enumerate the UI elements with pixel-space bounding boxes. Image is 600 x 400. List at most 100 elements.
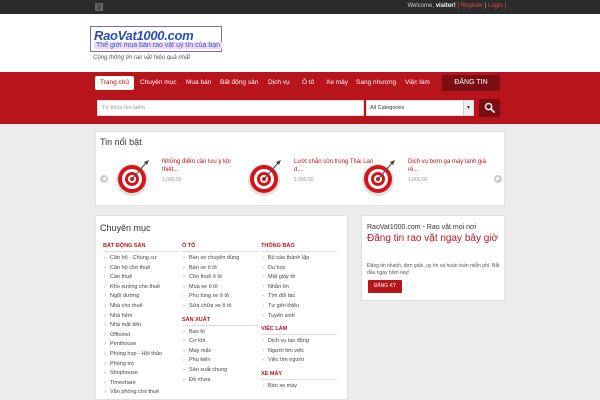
nav-item-motorbikes[interactable]: Xe máy [326,76,348,90]
promo-description: Đăng tin nhanh, đơn giản, uy tín và hoàn… [367,263,500,276]
separator: | [484,3,487,9]
nav-item-categories[interactable]: Chuyên mục [140,76,177,90]
category-link[interactable]: Bố cáo thành lập [261,254,337,264]
featured-item-price: 1,000.00 [294,177,314,183]
category-link[interactable]: Nhà hẻm [103,312,179,322]
promo-panel: RaoVat1000.com - Rao vặt mọi nơi Đăng ti… [361,215,505,301]
category-link[interactable]: Căn hộ - Chung cư [103,254,179,264]
target-icon [362,160,395,196]
category-link[interactable]: Penthouse [103,340,179,350]
category-link[interactable]: Bán xe ô tô [182,264,258,274]
nav-item-transfer[interactable]: Sang nhượng [356,76,396,90]
chevron-left-icon[interactable]: ◀ [100,175,108,183]
featured-item-price: 1,000.00 [162,177,182,183]
category-link[interactable]: Phụ kiện [182,356,258,366]
category-link[interactable]: Đồ nhựa [182,376,258,386]
nav-item-buy-sell[interactable]: Mua bán [186,76,211,90]
category-link[interactable]: Phụ tùng xe ô tô [182,292,258,302]
category-heading-jobs[interactable]: VIỆC LÀM [261,326,337,336]
category-link[interactable]: Kho xưởng cho thuê [103,283,179,293]
featured-item[interactable]: Lướt chắn còn trùng Thái Lan d... 1,000.… [242,158,373,198]
username: visitor! [435,3,456,9]
category-heading-motorbikes[interactable]: XE MÁY [261,371,337,380]
category-link[interactable]: Nhà cho thuê [103,302,179,312]
nav-item-real-estate[interactable]: Bất động sản [220,76,258,90]
logo-subtitle: Thế giới mua bán rao vặt uy tín của bạn [94,42,223,49]
category-link[interactable]: Officetel [103,331,179,341]
register-link[interactable]: [ Register [457,3,483,9]
search-button[interactable] [479,99,500,117]
category-link[interactable]: Việc tìm người [261,356,337,366]
category-link[interactable]: Nhắn tìn [261,283,337,293]
logo-title: RaoVat1000.com [94,28,194,43]
featured-panel: Tin nổi bật ◀ ▶ Những điểm cần lưu ý khi… [95,131,505,206]
category-link[interactable]: Mua xe ô tô [182,283,258,293]
categories-title: Chuyên mục [100,223,151,233]
welcome-prefix: Welcome, [407,3,435,9]
category-link[interactable]: May mặc [182,347,258,357]
category-column-notices: THÔNG BÁO Bố cáo thành lập Du học Mất gi… [261,243,337,392]
site-header: RaoVat1000.com Thế giới mua bán rao vặt … [0,14,600,72]
search-input[interactable]: Từ khóa tìm kiếm [97,100,364,116]
category-link[interactable]: Phòng trọ [103,360,179,370]
featured-item-title[interactable]: Dịch vụ bơm ga máy lạnh giá rẻ... [408,158,490,174]
category-link[interactable]: Phòng họp - Hội thảo [103,350,179,360]
welcome-text: Welcome, visitor! [ Register | Login ] [407,3,506,9]
category-heading-cars[interactable]: Ô TÔ [182,243,258,252]
featured-item-title[interactable]: Những điểm cần lưu ý khi thiết... [162,158,244,174]
category-heading-notices[interactable]: THÔNG BÁO [261,243,337,252]
category-link[interactable]: Tư giới thiệu [261,302,337,312]
category-link[interactable]: Văn phòng cho thuê [103,388,179,398]
login-link[interactable]: Login ] [488,3,506,9]
category-link[interactable]: Cho thuê ô tô [182,273,258,283]
register-button[interactable]: ĐĂNG KÝ [368,280,402,293]
main-nav: Trang chủ Chuyên mục Mua bán Bất động sả… [0,72,600,94]
category-link[interactable]: Tuyển sinh [261,312,337,322]
category-link[interactable]: Timeshare [103,379,179,389]
site-slogan: Cộng thông tin rao vặt hiệu quả nhất [93,55,191,61]
category-heading-real-estate[interactable]: BẤT ĐỘNG SẢN [103,243,179,252]
nav-item-services[interactable]: Dịch vụ [268,76,290,90]
category-link[interactable]: Ngôi dường [103,292,179,302]
category-link[interactable]: Nhà mặt tiền [103,321,179,331]
category-link[interactable]: Căn hộ cho thuê [103,264,179,274]
category-column-real-estate: BẤT ĐỘNG SẢN Căn hộ - Chung cư Căn hộ ch… [103,243,179,398]
search-bar: Từ khóa tìm kiếm All Categories ▼ [0,94,600,124]
category-link[interactable]: Người tìm việc [261,347,337,357]
search-icon [484,102,495,113]
category-link[interactable]: Dịch vụ lao động [261,337,337,347]
nav-item-cars[interactable]: Ô tô [302,76,314,90]
featured-item-price: 1,000.00 [408,177,428,183]
category-column-cars: Ô TÔ Bán xe chuyên dùng Bán xe ô tô Cho … [182,243,258,385]
category-select[interactable]: All Categories ▼ [366,100,474,116]
site-logo[interactable]: RaoVat1000.com Thế giới mua bán rao vặt … [90,26,223,52]
top-bar: )) Welcome, visitor! [ Register | Login … [0,0,600,14]
category-heading-manufacturing[interactable]: SẢN XUẤT [182,317,258,326]
chevron-down-icon: ▼ [463,101,473,115]
category-link[interactable]: Du học [261,264,337,274]
category-link[interactable]: Bao bì [182,328,258,338]
featured-item[interactable]: Những điểm cần lưu ý khi thiết... 1,000.… [110,158,240,198]
category-link[interactable]: Sản xuất chung [182,366,258,376]
promo-title: Đăng tin rao vặt ngay bây giờ [367,233,499,244]
category-link[interactable]: Tìm đối tác [261,292,337,302]
nav-item-jobs[interactable]: Việc làm [405,76,430,90]
promo-heading: RaoVat1000.com - Rao vặt mọi nơi [367,224,477,231]
rss-icon[interactable]: )) [95,3,103,11]
category-link[interactable]: Cần thuê [103,273,179,283]
category-link[interactable]: Shophouse [103,369,179,379]
post-ad-button[interactable]: ĐĂNG TIN [442,75,500,91]
target-icon [116,160,149,196]
categories-panel: Chuyên mục BẤT ĐỘNG SẢN Căn hộ - Chung c… [95,215,348,400]
nav-item-home[interactable]: Trang chủ [95,76,135,90]
featured-item[interactable]: Dịch vụ bơm ga máy lạnh giá rẻ... 1,000.… [356,158,486,198]
category-link[interactable]: Cơ khí [182,337,258,347]
category-link[interactable]: Sửa chữa xe ô tô [182,302,258,312]
category-link[interactable]: Mất giấy tờ [261,273,337,283]
chevron-right-icon[interactable]: ▶ [494,175,502,183]
category-link[interactable]: Bán xe máy [261,382,337,392]
category-select-value: All Categories [370,105,405,111]
featured-title: Tin nổi bật [100,137,142,147]
target-icon [248,160,281,196]
category-link[interactable]: Bán xe chuyên dùng [182,254,258,264]
